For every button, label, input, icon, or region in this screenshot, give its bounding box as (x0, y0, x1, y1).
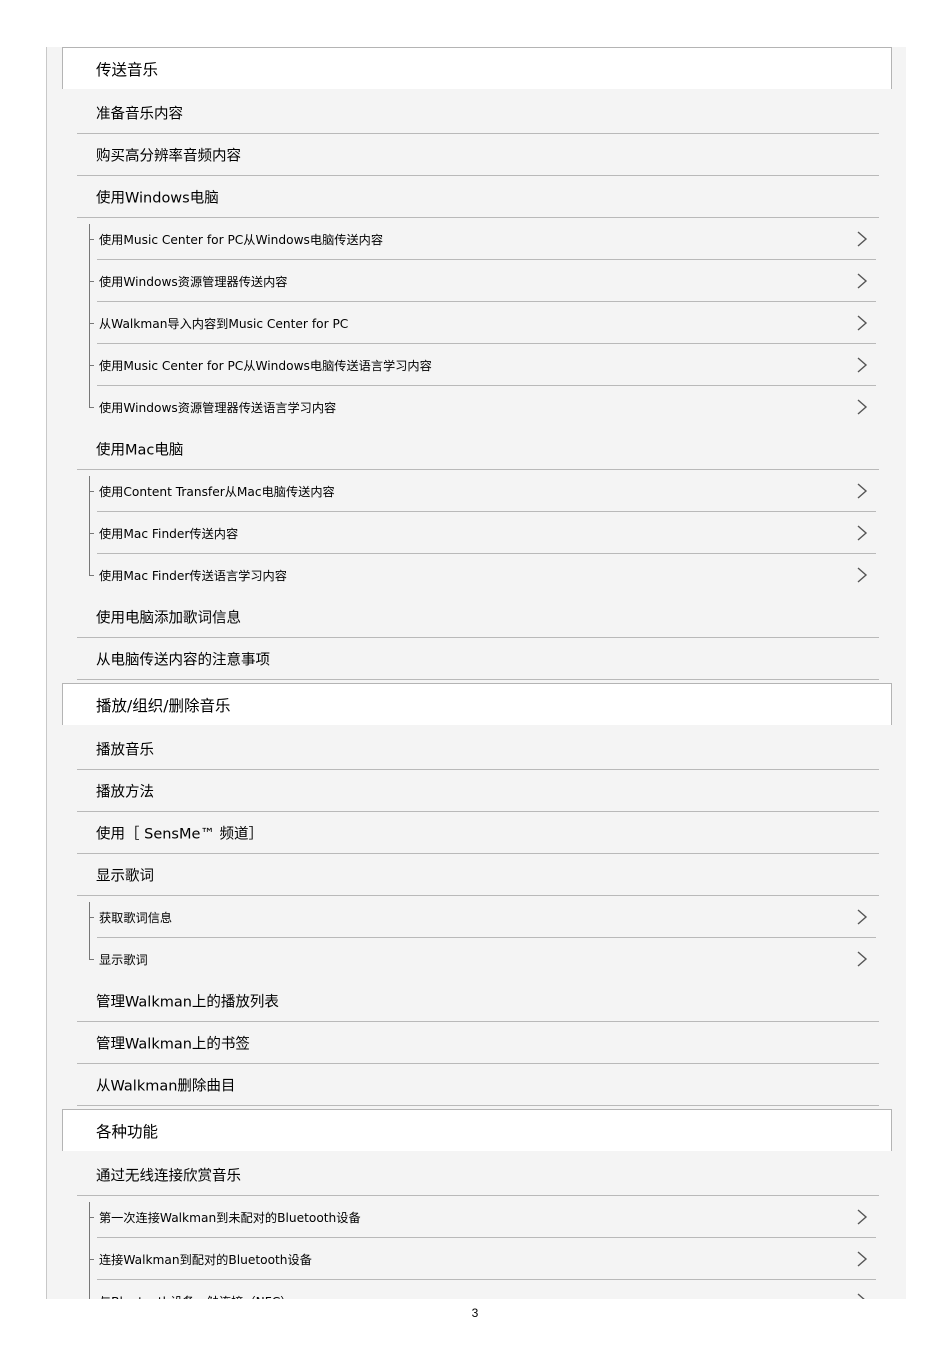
toc-subitem[interactable]: 使用Windows资源管理器传送语言学习内容 (47, 386, 906, 428)
chevron-right-icon (857, 909, 868, 925)
toc-item[interactable]: 准备音乐内容 (47, 92, 906, 134)
section-title: 传送音乐 (96, 60, 159, 79)
toc-subitem[interactable]: 连接Walkman到配对的Bluetooth设备 (47, 1238, 906, 1280)
tree-line (89, 1202, 90, 1299)
toc-item[interactable]: 管理Walkman上的播放列表 (47, 980, 906, 1022)
page-number: 3 (471, 1306, 479, 1320)
toc-item[interactable]: 使用电脑添加歌词信息 (47, 596, 906, 638)
row-divider (77, 1105, 879, 1106)
toc-subitem[interactable]: 使用Content Transfer从Mac电脑传送内容 (47, 470, 906, 512)
tree-connector (89, 959, 94, 960)
toc-subitem-label: 从Walkman导入内容到Music Center for PC (99, 317, 349, 331)
toc-item[interactable]: 播放方法 (47, 770, 906, 812)
toc-subitem[interactable]: 使用Windows资源管理器传送内容 (47, 260, 906, 302)
toc-panel: 传送音乐准备音乐内容购买高分辨率音频内容 使用Windows电脑使用Music C… (46, 47, 906, 1299)
toc-subitem-label: 获取歌词信息 (99, 911, 173, 925)
toc-item-label: 播放音乐 (96, 742, 154, 759)
toc-subitem[interactable]: 使用Mac Finder传送语言学习内容 (47, 554, 906, 596)
toc-item[interactable]: 播放音乐 (47, 728, 906, 770)
toc-item[interactable]: 通过无线连接欣赏音乐 (47, 1154, 906, 1196)
toc-item-label: 通过无线连接欣赏音乐 (96, 1168, 241, 1185)
toc-subitem-label: 使用Music Center for PC从Windows电脑传送语言学习内容 (99, 359, 432, 373)
chevron-right-icon (857, 273, 868, 289)
chevron-right-icon (857, 567, 868, 583)
toc-item[interactable]: 使用Mac电脑 (47, 428, 906, 470)
section-title: 播放/组织/删除音乐 (96, 696, 231, 715)
toc-subitem[interactable]: 显示歌词 (47, 938, 906, 980)
section-header[interactable]: 传送音乐 (62, 47, 892, 89)
toc-item[interactable]: 使用Windows电脑 (47, 176, 906, 218)
toc-subitem[interactable]: 使用Mac Finder传送内容 (47, 512, 906, 554)
toc-subitem-label: 使用Mac Finder传送内容 (99, 527, 239, 541)
tree-connector (89, 407, 94, 408)
toc-subitem-label: 使用Windows资源管理器传送语言学习内容 (99, 401, 337, 415)
chevron-right-icon (857, 1209, 868, 1225)
toc-item-label: 管理Walkman上的书签 (96, 1036, 250, 1053)
toc-item[interactable]: 显示歌词 (47, 854, 906, 896)
toc-subitem[interactable]: 使用Music Center for PC从Windows电脑传送语言学习内容 (47, 344, 906, 386)
chevron-right-icon (857, 357, 868, 373)
chevron-right-icon (857, 399, 868, 415)
toc-subitem[interactable]: 第一次连接Walkman到未配对的Bluetooth设备 (47, 1196, 906, 1238)
toc-item-label: 使用电脑添加歌词信息 (96, 610, 241, 627)
chevron-right-icon (857, 1251, 868, 1267)
section-header[interactable]: 播放/组织/删除音乐 (62, 683, 892, 725)
chevron-right-icon (857, 1293, 865, 1299)
tree-connector (89, 575, 94, 576)
toc-item[interactable]: 使用［ SensMe™ 频道］ (47, 812, 906, 854)
chevron-right-icon (857, 951, 868, 967)
section-title: 各种功能 (96, 1122, 159, 1141)
section-header[interactable]: 各种功能 (62, 1109, 892, 1151)
toc-item[interactable]: 购买高分辨率音频内容 (47, 134, 906, 176)
toc-subitem-label: 使用Content Transfer从Mac电脑传送内容 (99, 485, 335, 499)
toc-subitem-label: 显示歌词 (99, 953, 148, 967)
toc-item-label: 从电脑传送内容的注意事项 (96, 652, 270, 669)
toc-item-label: 准备音乐内容 (96, 106, 183, 123)
toc-subitem-label: 使用Music Center for PC从Windows电脑传送内容 (99, 233, 384, 247)
toc-item-label: 从Walkman删除曲目 (96, 1078, 236, 1095)
toc-item-label: 显示歌词 (96, 868, 154, 885)
tree-line (89, 902, 90, 959)
toc-item-label: 使用Mac电脑 (96, 442, 184, 459)
toc-subitem-label: 与Bluetooth设备一触连接（NFC） (99, 1292, 293, 1299)
tree-line (89, 224, 90, 407)
toc-item-label: 管理Walkman上的播放列表 (96, 994, 279, 1011)
toc-item[interactable]: 管理Walkman上的书签 (47, 1022, 906, 1064)
chevron-right-icon (857, 525, 868, 541)
toc-item[interactable]: 从电脑传送内容的注意事项 (47, 638, 906, 680)
toc-subitem[interactable]: 与Bluetooth设备一触连接（NFC） (47, 1280, 906, 1299)
toc-subitem[interactable]: 从Walkman导入内容到Music Center for PC (47, 302, 906, 344)
toc-subitem[interactable]: 获取歌词信息 (47, 896, 906, 938)
toc-subitem-label: 第一次连接Walkman到未配对的Bluetooth设备 (99, 1211, 361, 1225)
toc-item-label: 播放方法 (96, 784, 154, 801)
row-divider (77, 679, 879, 680)
toc-item-label: 购买高分辨率音频内容 (96, 148, 241, 165)
toc-item-label: 使用Windows电脑 (96, 190, 219, 207)
toc-subitem-label: 使用Windows资源管理器传送内容 (99, 275, 288, 289)
toc-subitem[interactable]: 使用Music Center for PC从Windows电脑传送内容 (47, 218, 906, 260)
toc-item-label: 使用［ SensMe™ 频道］ (96, 826, 264, 843)
tree-line (89, 476, 90, 575)
toc-subitem-label: 使用Mac Finder传送语言学习内容 (99, 569, 287, 583)
toc-subitem-label: 连接Walkman到配对的Bluetooth设备 (99, 1253, 312, 1267)
chevron-right-icon (857, 231, 868, 247)
chevron-right-icon (857, 315, 868, 331)
toc-item[interactable]: 从Walkman删除曲目 (47, 1064, 906, 1106)
chevron-right-icon (857, 483, 868, 499)
